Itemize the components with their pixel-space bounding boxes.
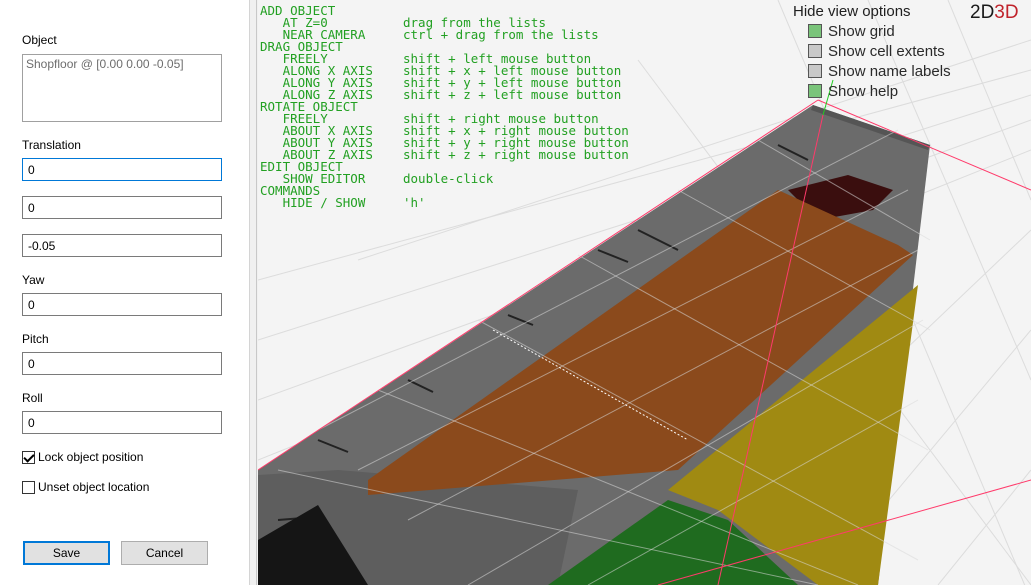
roll-label: Roll [22,391,43,405]
view-mode-toggle: 2D3D [970,2,1019,24]
show-cell-extents-label: Show cell extents [828,42,945,60]
yaw-input[interactable] [22,293,222,316]
splitter[interactable] [250,0,257,585]
show-grid-checkbox[interactable] [808,24,822,38]
option-show-cell-extents[interactable]: Show cell extents [808,42,945,60]
unset-location-label: Unset object location [38,480,150,494]
object-listbox[interactable]: Shopfloor @ [0.00 0.00 -0.05] [22,54,222,122]
pitch-input[interactable] [22,352,222,375]
unset-location-checkbox-row[interactable]: Unset object location [22,479,149,495]
translation-x-input[interactable] [22,158,222,181]
object-editor-panel: Object Shopfloor @ [0.00 0.00 -0.05] Tra… [0,0,250,585]
option-show-name-labels[interactable]: Show name labels [808,62,951,80]
translation-z-input[interactable] [22,234,222,257]
help-line: HIDE / SHOW 'h' [260,195,426,210]
roll-input[interactable] [22,411,222,434]
mode-3d-button[interactable]: 3D [994,2,1018,23]
show-help-checkbox[interactable] [808,84,822,98]
lock-position-checkbox-row[interactable]: Lock object position [22,449,143,465]
yaw-label: Yaw [22,273,45,287]
3d-viewport[interactable]: ADD OBJECT AT Z=0 drag from the lists NE… [258,0,1031,585]
translation-y-input[interactable] [22,196,222,219]
option-show-help[interactable]: Show help [808,82,898,100]
lock-position-label: Lock object position [38,450,144,464]
lock-position-checkbox[interactable] [22,450,35,464]
show-grid-label: Show grid [828,22,895,40]
mode-2d-button[interactable]: 2D [970,2,994,23]
help-overlay: ADD OBJECT AT Z=0 drag from the lists NE… [260,4,629,210]
pitch-label: Pitch [22,332,49,346]
save-button[interactable]: Save [23,541,110,565]
option-show-grid[interactable]: Show grid [808,22,895,40]
show-cell-extents-checkbox[interactable] [808,44,822,58]
object-list-item[interactable]: Shopfloor @ [0.00 0.00 -0.05] [26,57,218,71]
cancel-button[interactable]: Cancel [121,541,208,565]
show-name-labels-label: Show name labels [828,62,951,80]
translation-label: Translation [22,138,81,152]
hide-view-options-link[interactable]: Hide view options [793,3,911,20]
unset-location-checkbox[interactable] [22,480,35,494]
object-label: Object [22,33,57,47]
show-help-label: Show help [828,82,899,100]
show-name-labels-checkbox[interactable] [808,64,822,78]
